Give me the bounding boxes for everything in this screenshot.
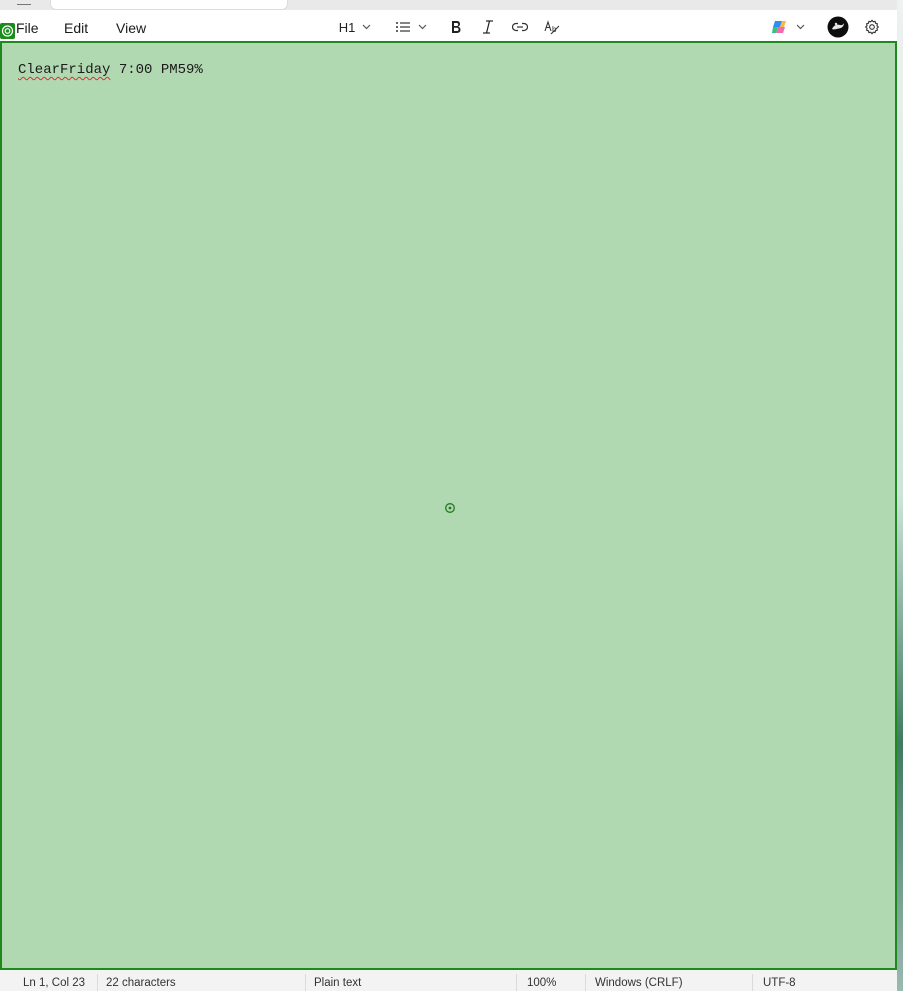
bold-button[interactable]	[446, 15, 466, 39]
status-characters[interactable]: 22 characters	[106, 977, 176, 989]
editor-text-rest: 7:00 PM59%	[110, 62, 203, 78]
status-bar: Ln 1, Col 23 22 characters Plain text 10…	[0, 972, 897, 991]
clear-formatting-icon: b	[544, 19, 560, 34]
status-encoding[interactable]: UTF-8	[763, 977, 796, 989]
italic-icon	[483, 20, 493, 34]
tab-active[interactable]	[50, 0, 288, 10]
status-divider	[752, 974, 753, 991]
menu-file[interactable]: File	[16, 19, 39, 37]
status-line-ending[interactable]: Windows (CRLF)	[595, 977, 683, 989]
desktop-background	[897, 0, 903, 991]
italic-button[interactable]	[478, 15, 498, 39]
crosshair-icon	[445, 503, 455, 513]
status-divider	[305, 974, 306, 991]
misspelled-word[interactable]: ClearFriday	[18, 62, 110, 78]
text-editor[interactable]: ClearFriday 7:00 PM59%	[0, 41, 897, 970]
tab-strip	[0, 0, 897, 10]
chevron-down-icon	[796, 24, 805, 30]
status-format[interactable]: Plain text	[314, 977, 361, 989]
menu-edit[interactable]: Edit	[64, 19, 88, 37]
link-icon	[512, 22, 528, 32]
gear-icon	[865, 19, 879, 35]
chevron-down-icon	[418, 24, 427, 30]
link-button[interactable]	[509, 15, 531, 39]
editor-text-line[interactable]: ClearFriday 7:00 PM59%	[18, 62, 203, 78]
status-position[interactable]: Ln 1, Col 23	[23, 977, 85, 989]
status-zoom[interactable]: 100%	[527, 977, 556, 989]
account-button[interactable]	[826, 15, 850, 39]
heading-label: H1	[338, 19, 356, 35]
tab-list-icon[interactable]	[17, 0, 31, 5]
heading-dropdown[interactable]: H1	[336, 15, 374, 39]
copilot-dropdown[interactable]	[768, 15, 808, 39]
list-dropdown[interactable]	[392, 15, 430, 39]
copilot-icon	[772, 21, 786, 33]
bold-icon	[452, 21, 461, 33]
clear-formatting-button[interactable]: b	[541, 15, 563, 39]
status-divider	[585, 974, 586, 991]
status-divider	[516, 974, 517, 991]
chevron-down-icon	[362, 24, 371, 30]
settings-button[interactable]	[861, 15, 883, 39]
target-icon	[1, 25, 14, 37]
list-icon	[396, 22, 410, 32]
menu-view[interactable]: View	[116, 19, 146, 37]
avatar	[827, 16, 849, 38]
status-divider	[97, 974, 98, 991]
new-tab-button[interactable]	[300, 0, 328, 8]
highlight-badge	[0, 23, 15, 39]
